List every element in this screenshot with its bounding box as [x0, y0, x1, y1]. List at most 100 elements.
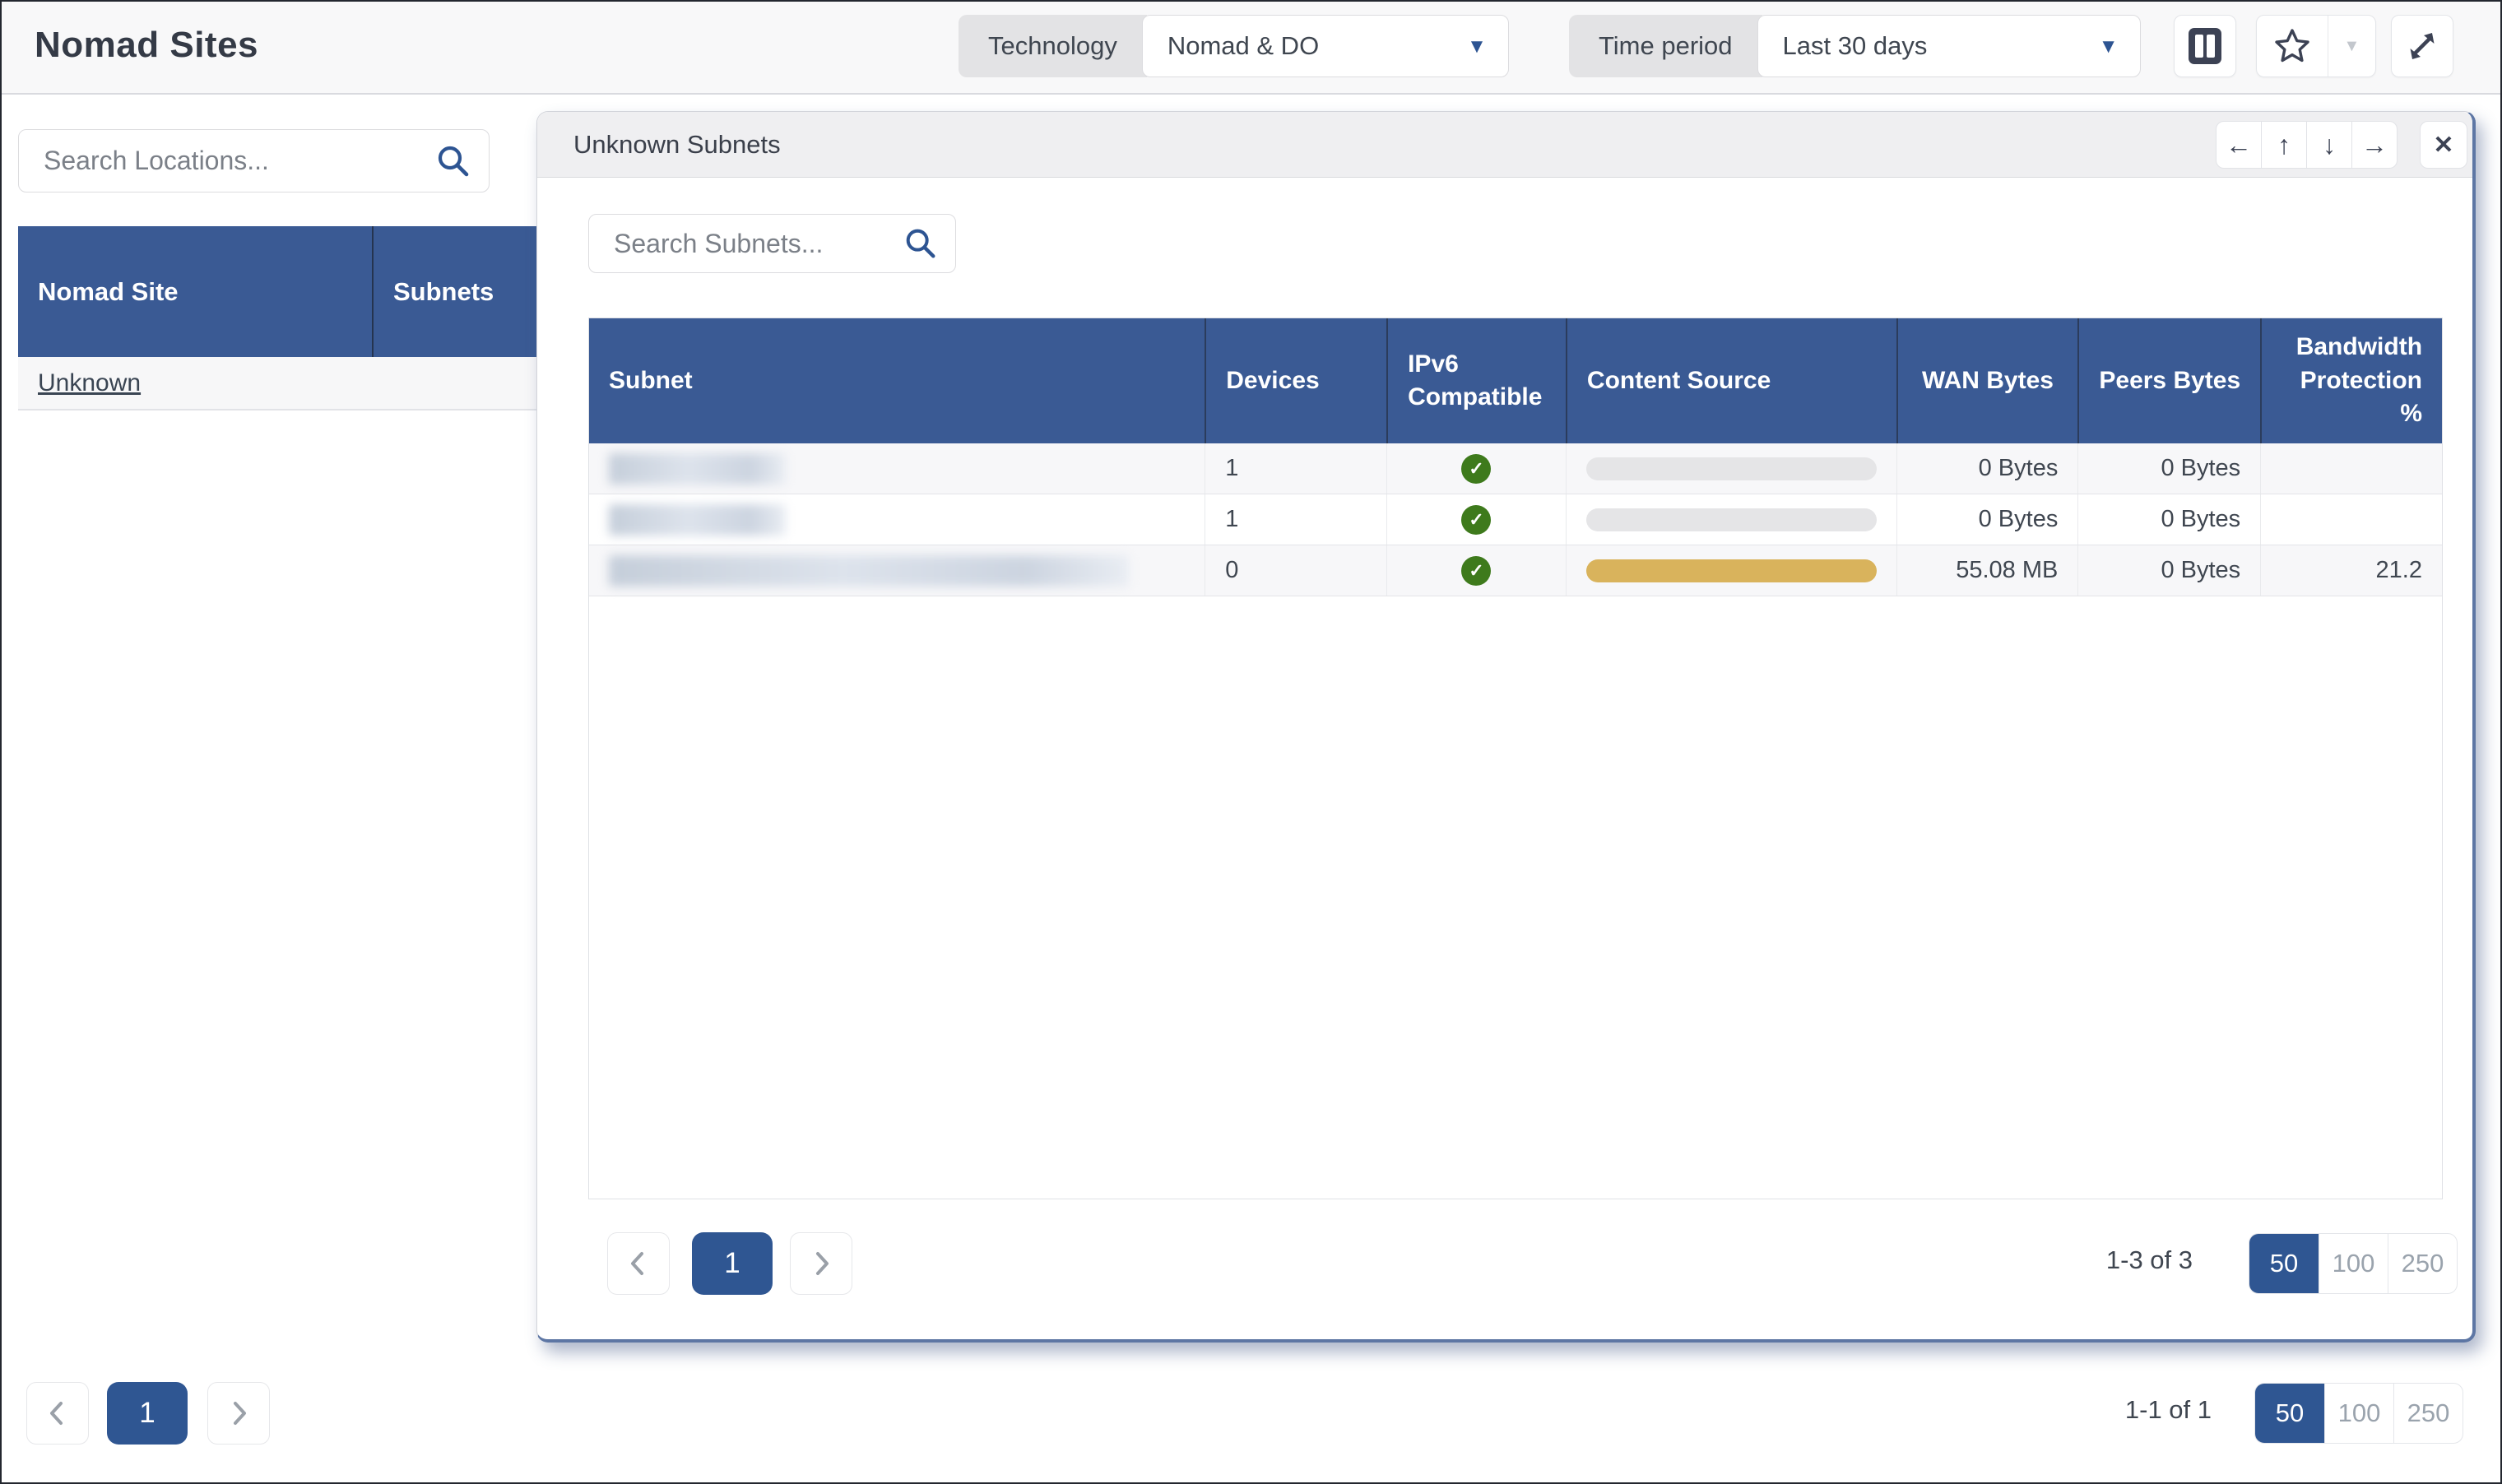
page-size-100[interactable]: 100: [2319, 1234, 2388, 1293]
modal-title: Unknown Subnets: [573, 130, 781, 159]
table-row[interactable]: 0 ✓ 55.08 MB 0 Bytes 21.2: [589, 545, 2442, 596]
content-source-cell: [1565, 443, 1896, 494]
fullscreen-button[interactable]: [2391, 15, 2453, 77]
modal-page-range-label: 1-3 of 3: [2105, 1245, 2193, 1274]
arrow-up-button[interactable]: ↑: [2261, 121, 2307, 169]
ipv6-cell: ✓: [1386, 443, 1566, 494]
arrow-right-button[interactable]: →: [2351, 121, 2398, 169]
devices-cell: 1: [1205, 443, 1386, 494]
unknown-subnets-modal: Unknown Subnets ← ↑ ↓ → ✕ Subnet DevicesI…: [536, 111, 2476, 1343]
caret-down-icon: ▼: [2098, 35, 2119, 58]
arrow-down-button[interactable]: ↓: [2306, 121, 2352, 169]
column-header-content-source: Content Source: [1565, 318, 1896, 443]
modal-move-controls: ← ↑ ↓ →: [2216, 121, 2398, 169]
prev-page-button[interactable]: [26, 1382, 89, 1445]
devices-cell: 1: [1205, 494, 1386, 545]
search-subnets-box[interactable]: [588, 214, 956, 273]
page-size-250[interactable]: 250: [2393, 1384, 2463, 1443]
column-header-nomad-site: Nomad Site: [38, 276, 179, 306]
subnet-cell: [589, 545, 1205, 596]
nomad-sites-table-header: Nomad Site Subnets: [18, 226, 578, 357]
modal-current-page-button[interactable]: 1: [692, 1232, 773, 1295]
column-header-bandwidth-protection-: Bandwidth Protection %: [2260, 318, 2442, 443]
arrow-right-icon: →: [2361, 129, 2388, 160]
star-button[interactable]: [2257, 16, 2328, 77]
redacted-subnet-text: [609, 503, 786, 536]
content-source-cell: [1565, 545, 1896, 596]
peers-bytes-cell: 0 Bytes: [2077, 545, 2260, 596]
search-locations-input[interactable]: [44, 130, 383, 192]
page-size-250[interactable]: 250: [2388, 1234, 2457, 1293]
favorite-menu-button[interactable]: ▼: [2328, 16, 2375, 77]
bandwidth-protection-cell: [2260, 494, 2442, 545]
table-row[interactable]: Unknown 1: [18, 357, 578, 410]
search-subnets-input[interactable]: [614, 215, 878, 272]
table-row[interactable]: 1 ✓ 0 Bytes 0 Bytes: [589, 494, 2442, 545]
site-link-unknown[interactable]: Unknown: [38, 369, 141, 397]
expand-icon: [2410, 33, 2435, 59]
redacted-subnet-text: [609, 452, 786, 485]
technology-label: Technology: [959, 15, 1147, 77]
columns-button[interactable]: [2174, 15, 2236, 77]
page-size-selector[interactable]: 50 100 250: [2254, 1383, 2463, 1444]
column-header-peers-bytes: Peers Bytes: [2077, 318, 2260, 443]
search-locations-box[interactable]: [18, 129, 490, 192]
subnets-table-body: 1 ✓ 0 Bytes 0 Bytes 1 ✓ 0 Bytes 0 Bytes 0 ✓ 55.08 …: [589, 443, 2442, 596]
chevron-left-icon: [631, 1252, 643, 1275]
close-icon: ✕: [2433, 131, 2454, 159]
page-size-100[interactable]: 100: [2324, 1384, 2393, 1443]
close-button[interactable]: ✕: [2420, 121, 2467, 169]
redacted-subnet-text: [609, 554, 1129, 587]
modal-next-page-button[interactable]: [790, 1232, 852, 1295]
chevron-right-icon: [816, 1252, 829, 1275]
column-header-ipv6-compatible: IPv6 Compatible: [1386, 318, 1566, 443]
page-size-50[interactable]: 50: [2249, 1234, 2319, 1293]
chevron-left-icon: [50, 1402, 63, 1425]
check-icon: ✓: [1461, 555, 1492, 586]
column-header-subnet: Subnet: [609, 366, 693, 394]
chevron-right-icon: [234, 1402, 246, 1425]
content-source-bar: [1585, 508, 1877, 531]
time-period-value-text: Last 30 days: [1782, 31, 1928, 60]
arrow-left-button[interactable]: ←: [2216, 121, 2262, 169]
arrow-down-icon: ↓: [2323, 129, 2336, 160]
column-header-devices: Devices: [1205, 318, 1386, 443]
bandwidth-protection-cell: 21.2: [2260, 545, 2442, 596]
wan-bytes-cell: 55.08 MB: [1896, 545, 2078, 596]
caret-down-icon: ▼: [1467, 35, 1487, 58]
favorite-split-button[interactable]: ▼: [2256, 15, 2376, 77]
modal-page-size-selector[interactable]: 50 100 250: [2249, 1233, 2458, 1294]
subnet-cell: [589, 494, 1205, 545]
content-source-cell: [1565, 494, 1896, 545]
search-icon: [438, 146, 469, 176]
arrow-left-icon: ←: [2226, 129, 2252, 160]
search-icon: [906, 229, 935, 258]
time-period-value[interactable]: Last 30 days ▼: [1757, 15, 2141, 77]
modal-prev-page-button[interactable]: [607, 1232, 670, 1295]
subnets-table-header: Subnet Devices IPv6 Compatible Content Sour…: [589, 318, 2442, 443]
devices-cell: 0: [1205, 545, 1386, 596]
modal-header: Unknown Subnets ← ↑ ↓ → ✕: [537, 112, 2472, 178]
page-range-label: 1-1 of 1: [2124, 1395, 2212, 1424]
time-period-select[interactable]: Time period Last 30 days ▼: [1569, 15, 2141, 77]
peers-bytes-cell: 0 Bytes: [2077, 494, 2260, 545]
subnet-cell: [589, 443, 1205, 494]
technology-value[interactable]: Nomad & DO ▼: [1141, 15, 1509, 77]
arrow-up-icon: ↑: [2277, 129, 2291, 160]
technology-select[interactable]: Technology Nomad & DO ▼: [959, 15, 1509, 77]
technology-value-text: Nomad & DO: [1167, 31, 1320, 60]
next-page-button[interactable]: [207, 1382, 270, 1445]
check-icon: ✓: [1461, 504, 1492, 535]
peers-bytes-cell: 0 Bytes: [2077, 443, 2260, 494]
content-source-bar: [1585, 457, 1877, 480]
table-row[interactable]: 1 ✓ 0 Bytes 0 Bytes: [589, 443, 2442, 494]
caret-down-icon: ▼: [2343, 36, 2360, 55]
check-icon: ✓: [1461, 453, 1492, 484]
current-page-button[interactable]: 1: [107, 1382, 188, 1445]
wan-bytes-cell: 0 Bytes: [1896, 494, 2078, 545]
content-source-bar: [1585, 559, 1877, 582]
columns-icon: [2189, 28, 2221, 64]
time-period-label: Time period: [1569, 15, 1762, 77]
page-title: Nomad Sites: [35, 25, 259, 65]
page-size-50[interactable]: 50: [2255, 1384, 2324, 1443]
